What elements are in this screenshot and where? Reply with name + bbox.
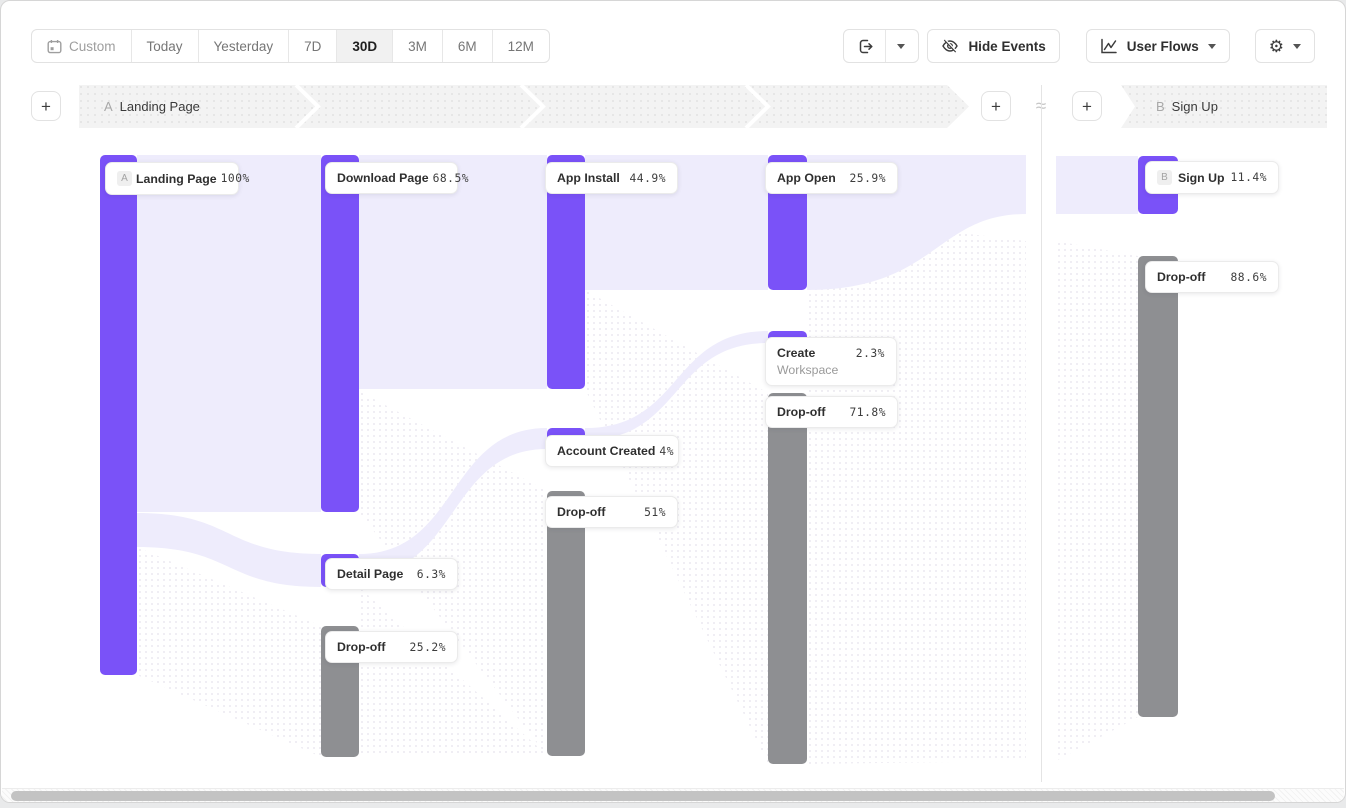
node-value: 4% [659, 445, 674, 458]
date-range-today[interactable]: Today [131, 30, 198, 62]
dropoff-flow-appopen [807, 214, 1026, 764]
node-value: 71.8% [849, 406, 886, 419]
node-dropoff-88[interactable] [1138, 256, 1178, 717]
user-flows-button[interactable]: User Flows [1086, 29, 1230, 63]
node-dropoff-51[interactable] [547, 491, 585, 756]
card-download-page[interactable]: Download Page 68.5% [325, 162, 458, 194]
card-detail-page[interactable]: Detail Page 6.3% [325, 558, 458, 590]
flows-chart-icon [1100, 38, 1118, 54]
toolbar: Custom Today Yesterday 7D 30D 3M 6M 12M [31, 29, 1315, 63]
dropoff-flow-signup [1056, 241, 1138, 761]
date-range-label: Custom [69, 39, 116, 54]
node-value: 100% [221, 172, 250, 185]
add-step-button-right[interactable]: + [1072, 91, 1102, 121]
card-landing-page[interactable]: A Landing Page 100% [105, 162, 239, 195]
node-value: 44.9% [629, 172, 666, 185]
step-a-band[interactable]: A Landing Page [79, 85, 969, 128]
toolbar-actions: Hide Events User Flows ⚙ [843, 29, 1315, 63]
step-letter-badge: A [117, 171, 132, 186]
flow-landing-download [137, 155, 321, 512]
node-label: Detail Page [337, 567, 403, 581]
step-band-shape [79, 85, 969, 128]
node-landing-page[interactable] [100, 155, 137, 675]
panel-divider [1041, 85, 1042, 782]
node-label: Drop-off [557, 505, 606, 519]
node-label: Account Created [557, 444, 655, 458]
node-label: App Install [557, 171, 620, 185]
hide-events-button[interactable]: Hide Events [927, 29, 1059, 63]
node-value: 25.9% [849, 172, 886, 185]
node-value: 6.3% [417, 568, 446, 581]
date-range-12m[interactable]: 12M [492, 30, 549, 62]
node-label: Sign Up [1178, 171, 1224, 185]
date-range-6m[interactable]: 6M [442, 30, 492, 62]
settings-button[interactable]: ⚙ [1255, 29, 1315, 63]
dropoff-flow-landing [137, 547, 321, 758]
add-step-button-mid[interactable]: + [981, 91, 1011, 121]
node-value: 11.4% [1230, 171, 1267, 184]
step-b-header: B Sign Up [1156, 85, 1218, 128]
flow-into-signup [1056, 156, 1138, 214]
node-label: Drop-off [1157, 270, 1206, 284]
step-letter: B [1156, 99, 1165, 114]
node-label: Drop-off [777, 405, 826, 419]
date-range-yesterday[interactable]: Yesterday [198, 30, 289, 62]
node-label: Create [777, 346, 815, 360]
node-label: App Open [777, 171, 836, 185]
step-band-shape [1121, 85, 1327, 128]
export-button[interactable] [843, 29, 919, 63]
calendar-icon [47, 39, 62, 54]
horizontal-scrollbar-track[interactable] [2, 788, 1344, 803]
step-label: Sign Up [1172, 99, 1218, 114]
chevron-down-icon [897, 44, 905, 49]
card-account-created[interactable]: Account Created 4% [545, 435, 679, 467]
user-flows-panel: Custom Today Yesterday 7D 30D 3M 6M 12M [0, 0, 1346, 803]
add-step-button-left[interactable]: + [31, 91, 61, 121]
step-letter: A [104, 99, 113, 114]
node-value: 88.6% [1230, 271, 1267, 284]
node-download-page[interactable] [321, 155, 359, 512]
node-value: 25.2% [409, 641, 446, 654]
node-value: 68.5% [433, 172, 470, 185]
date-range-7d[interactable]: 7D [288, 30, 336, 62]
step-letter-badge: B [1157, 170, 1172, 185]
card-dropoff-88[interactable]: Drop-off 88.6% [1145, 261, 1279, 293]
card-app-open[interactable]: App Open 25.9% [765, 162, 898, 194]
node-value: 51% [644, 506, 666, 519]
date-range-selector: Custom Today Yesterday 7D 30D 3M 6M 12M [31, 29, 550, 63]
card-row: Create 2.3% [777, 346, 885, 360]
card-dropoff-71[interactable]: Drop-off 71.8% [765, 396, 898, 428]
gear-icon: ⚙ [1269, 38, 1284, 55]
horizontal-scrollbar-thumb[interactable] [11, 791, 1275, 801]
node-label-line2: Workspace [777, 363, 885, 377]
node-label: Landing Page [136, 172, 217, 186]
date-range-30d[interactable]: 30D [336, 30, 392, 62]
date-range-custom[interactable]: Custom [32, 30, 131, 62]
date-range-3m[interactable]: 3M [392, 30, 442, 62]
step-a-header: A Landing Page [104, 85, 200, 128]
export-icon [857, 38, 874, 55]
card-dropoff-51[interactable]: Drop-off 51% [545, 496, 678, 528]
hide-events-label: Hide Events [968, 39, 1045, 54]
chevron-down-icon [1208, 44, 1216, 49]
node-value: 2.3% [856, 347, 885, 360]
step-b-band[interactable]: B Sign Up [1121, 85, 1327, 128]
eye-off-icon [941, 38, 959, 54]
card-dropoff-25[interactable]: Drop-off 25.2% [325, 631, 458, 663]
node-label: Download Page [337, 171, 429, 185]
card-sign-up[interactable]: B Sign Up 11.4% [1145, 161, 1279, 194]
step-label: Landing Page [120, 99, 200, 114]
node-label: Drop-off [337, 640, 386, 654]
card-app-install[interactable]: App Install 44.9% [545, 162, 678, 194]
card-create-workspace[interactable]: Create 2.3% Workspace [765, 337, 897, 386]
chevron-down-icon [1293, 44, 1301, 49]
divider [885, 30, 886, 62]
user-flows-label: User Flows [1127, 39, 1199, 54]
node-dropoff-71[interactable] [768, 393, 807, 764]
